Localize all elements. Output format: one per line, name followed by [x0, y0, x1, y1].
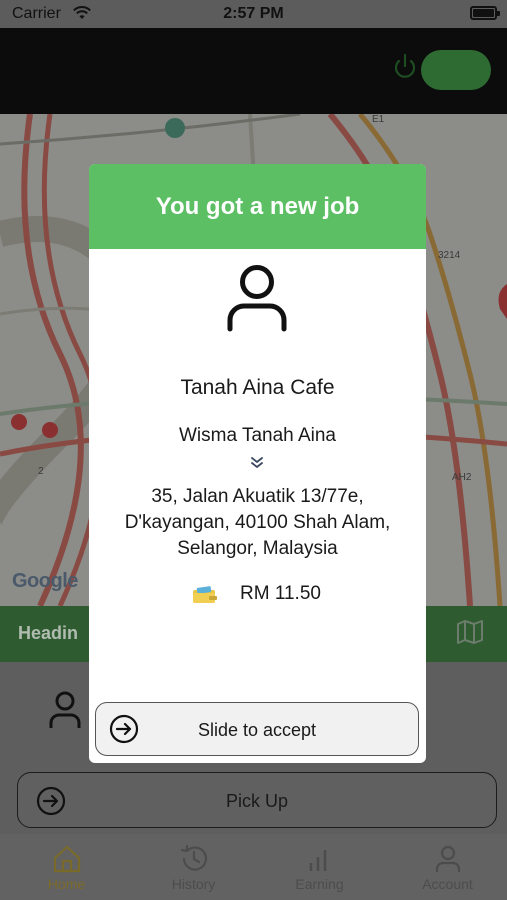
slide-to-accept-button[interactable]: Slide to accept [95, 702, 419, 756]
history-icon [180, 844, 207, 871]
tab-earning[interactable]: Earning [269, 834, 370, 900]
new-job-modal: You got a new job Tanah Aina Cafe Wisma … [89, 164, 426, 763]
road-label: AH2 [452, 472, 472, 483]
tab-history[interactable]: History [143, 834, 244, 900]
tab-earning-label: Earning [295, 876, 344, 892]
power-icon[interactable] [390, 52, 420, 82]
slide-to-accept-label: Slide to accept [197, 720, 317, 740]
building-name: Wisma Tanah Aina [178, 425, 336, 446]
tab-home[interactable]: Home [16, 834, 117, 900]
delivery-address: 35, Jalan Akuatik 13/77e, D'kayangan, 40… [124, 486, 391, 559]
road-label: 2 [38, 466, 44, 477]
battery-icon [470, 6, 500, 20]
earning-icon [309, 850, 326, 871]
tab-account[interactable]: Account [397, 834, 498, 900]
bottom-tab-bar: Home History Earning Account [0, 834, 507, 900]
road-label: E1 [372, 114, 385, 125]
tab-account-label: Account [422, 876, 473, 892]
fare-row: RM 11.50 [89, 582, 426, 608]
wallet-icon [193, 586, 217, 603]
pick-up-button[interactable]: Pick Up [17, 772, 497, 828]
road-label: 3214 [438, 250, 461, 261]
tab-history-label: History [171, 876, 216, 892]
heading-label: Headin [18, 623, 79, 643]
tab-home-label: Home [47, 876, 86, 892]
modal-title: You got a new job [89, 164, 426, 249]
customer-avatar-icon [227, 265, 287, 332]
status-bar: Carrier 2:57 PM [0, 0, 507, 28]
person-icon [49, 691, 81, 728]
google-attribution: Google [12, 570, 78, 592]
fare-amount: RM 11.50 [240, 583, 321, 604]
online-toggle[interactable] [421, 50, 491, 90]
home-icon [53, 845, 80, 873]
chevron-double-down-icon [251, 457, 263, 468]
pick-up-label: Pick Up [225, 791, 288, 811]
shop-name: Tanah Aina Cafe [180, 376, 335, 399]
map-icon[interactable] [456, 620, 484, 644]
clock: 2:57 PM [223, 5, 284, 22]
account-icon [435, 845, 460, 872]
